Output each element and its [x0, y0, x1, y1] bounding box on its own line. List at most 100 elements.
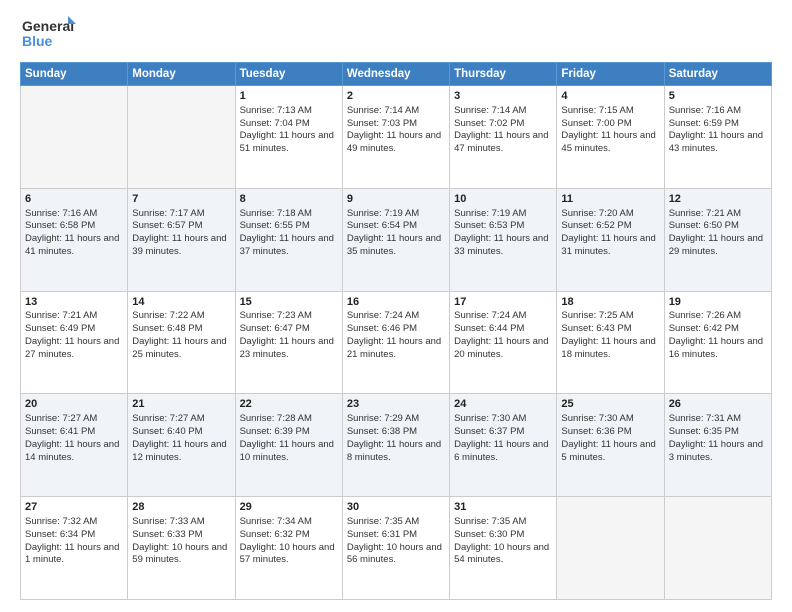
day-info: Sunrise: 7:27 AM Sunset: 6:40 PM Dayligh… [132, 413, 226, 462]
day-number: 20 [25, 397, 123, 412]
day-info: Sunrise: 7:13 AM Sunset: 7:04 PM Dayligh… [240, 105, 334, 154]
day-number: 1 [240, 89, 338, 104]
day-number: 21 [132, 397, 230, 412]
day-number: 23 [347, 397, 445, 412]
day-info: Sunrise: 7:27 AM Sunset: 6:41 PM Dayligh… [25, 413, 119, 462]
calendar-cell [557, 497, 664, 600]
calendar-week-row: 13Sunrise: 7:21 AM Sunset: 6:49 PM Dayli… [21, 291, 772, 394]
calendar-week-row: 20Sunrise: 7:27 AM Sunset: 6:41 PM Dayli… [21, 394, 772, 497]
day-number: 30 [347, 500, 445, 515]
day-of-week-header: Sunday [21, 63, 128, 86]
day-info: Sunrise: 7:21 AM Sunset: 6:49 PM Dayligh… [25, 310, 119, 359]
calendar-cell: 13Sunrise: 7:21 AM Sunset: 6:49 PM Dayli… [21, 291, 128, 394]
calendar-cell: 25Sunrise: 7:30 AM Sunset: 6:36 PM Dayli… [557, 394, 664, 497]
calendar-cell: 21Sunrise: 7:27 AM Sunset: 6:40 PM Dayli… [128, 394, 235, 497]
day-number: 27 [25, 500, 123, 515]
calendar-cell: 4Sunrise: 7:15 AM Sunset: 7:00 PM Daylig… [557, 86, 664, 189]
calendar-cell: 16Sunrise: 7:24 AM Sunset: 6:46 PM Dayli… [342, 291, 449, 394]
day-number: 8 [240, 192, 338, 207]
calendar-cell: 18Sunrise: 7:25 AM Sunset: 6:43 PM Dayli… [557, 291, 664, 394]
header: GeneralBlue [20, 16, 772, 52]
day-info: Sunrise: 7:34 AM Sunset: 6:32 PM Dayligh… [240, 516, 335, 565]
day-info: Sunrise: 7:20 AM Sunset: 6:52 PM Dayligh… [561, 208, 655, 257]
day-info: Sunrise: 7:24 AM Sunset: 6:44 PM Dayligh… [454, 310, 548, 359]
day-info: Sunrise: 7:22 AM Sunset: 6:48 PM Dayligh… [132, 310, 226, 359]
day-number: 19 [669, 295, 767, 310]
day-info: Sunrise: 7:29 AM Sunset: 6:38 PM Dayligh… [347, 413, 441, 462]
day-info: Sunrise: 7:24 AM Sunset: 6:46 PM Dayligh… [347, 310, 441, 359]
day-of-week-header: Thursday [450, 63, 557, 86]
calendar-cell: 15Sunrise: 7:23 AM Sunset: 6:47 PM Dayli… [235, 291, 342, 394]
day-number: 11 [561, 192, 659, 207]
day-number: 17 [454, 295, 552, 310]
day-info: Sunrise: 7:31 AM Sunset: 6:35 PM Dayligh… [669, 413, 763, 462]
calendar-week-row: 27Sunrise: 7:32 AM Sunset: 6:34 PM Dayli… [21, 497, 772, 600]
day-number: 16 [347, 295, 445, 310]
day-number: 6 [25, 192, 123, 207]
svg-text:Blue: Blue [22, 33, 53, 49]
day-number: 25 [561, 397, 659, 412]
calendar-cell: 31Sunrise: 7:35 AM Sunset: 6:30 PM Dayli… [450, 497, 557, 600]
calendar-cell: 30Sunrise: 7:35 AM Sunset: 6:31 PM Dayli… [342, 497, 449, 600]
header-row: SundayMondayTuesdayWednesdayThursdayFrid… [21, 63, 772, 86]
day-number: 31 [454, 500, 552, 515]
day-number: 3 [454, 89, 552, 104]
calendar-cell: 12Sunrise: 7:21 AM Sunset: 6:50 PM Dayli… [664, 188, 771, 291]
day-number: 15 [240, 295, 338, 310]
calendar-cell: 10Sunrise: 7:19 AM Sunset: 6:53 PM Dayli… [450, 188, 557, 291]
day-info: Sunrise: 7:23 AM Sunset: 6:47 PM Dayligh… [240, 310, 334, 359]
logo: GeneralBlue [20, 16, 80, 52]
page: GeneralBlue SundayMondayTuesdayWednesday… [0, 0, 792, 612]
calendar-cell: 6Sunrise: 7:16 AM Sunset: 6:58 PM Daylig… [21, 188, 128, 291]
calendar-cell: 9Sunrise: 7:19 AM Sunset: 6:54 PM Daylig… [342, 188, 449, 291]
calendar-cell: 1Sunrise: 7:13 AM Sunset: 7:04 PM Daylig… [235, 86, 342, 189]
day-number: 14 [132, 295, 230, 310]
day-info: Sunrise: 7:30 AM Sunset: 6:36 PM Dayligh… [561, 413, 655, 462]
day-number: 2 [347, 89, 445, 104]
calendar-cell: 11Sunrise: 7:20 AM Sunset: 6:52 PM Dayli… [557, 188, 664, 291]
logo-icon: GeneralBlue [20, 16, 80, 52]
calendar-cell: 23Sunrise: 7:29 AM Sunset: 6:38 PM Dayli… [342, 394, 449, 497]
calendar-cell: 8Sunrise: 7:18 AM Sunset: 6:55 PM Daylig… [235, 188, 342, 291]
day-info: Sunrise: 7:26 AM Sunset: 6:42 PM Dayligh… [669, 310, 763, 359]
day-info: Sunrise: 7:35 AM Sunset: 6:31 PM Dayligh… [347, 516, 442, 565]
day-info: Sunrise: 7:15 AM Sunset: 7:00 PM Dayligh… [561, 105, 655, 154]
day-number: 7 [132, 192, 230, 207]
calendar-week-row: 1Sunrise: 7:13 AM Sunset: 7:04 PM Daylig… [21, 86, 772, 189]
day-number: 12 [669, 192, 767, 207]
calendar-cell: 19Sunrise: 7:26 AM Sunset: 6:42 PM Dayli… [664, 291, 771, 394]
day-info: Sunrise: 7:14 AM Sunset: 7:02 PM Dayligh… [454, 105, 548, 154]
calendar-cell [664, 497, 771, 600]
day-number: 13 [25, 295, 123, 310]
day-of-week-header: Wednesday [342, 63, 449, 86]
calendar-cell: 28Sunrise: 7:33 AM Sunset: 6:33 PM Dayli… [128, 497, 235, 600]
day-of-week-header: Saturday [664, 63, 771, 86]
day-number: 22 [240, 397, 338, 412]
day-info: Sunrise: 7:28 AM Sunset: 6:39 PM Dayligh… [240, 413, 334, 462]
calendar-cell: 20Sunrise: 7:27 AM Sunset: 6:41 PM Dayli… [21, 394, 128, 497]
day-number: 10 [454, 192, 552, 207]
day-number: 5 [669, 89, 767, 104]
calendar-cell: 17Sunrise: 7:24 AM Sunset: 6:44 PM Dayli… [450, 291, 557, 394]
day-number: 28 [132, 500, 230, 515]
day-info: Sunrise: 7:32 AM Sunset: 6:34 PM Dayligh… [25, 516, 119, 565]
day-info: Sunrise: 7:14 AM Sunset: 7:03 PM Dayligh… [347, 105, 441, 154]
day-of-week-header: Tuesday [235, 63, 342, 86]
day-info: Sunrise: 7:16 AM Sunset: 6:58 PM Dayligh… [25, 208, 119, 257]
day-info: Sunrise: 7:16 AM Sunset: 6:59 PM Dayligh… [669, 105, 763, 154]
day-of-week-header: Monday [128, 63, 235, 86]
day-info: Sunrise: 7:21 AM Sunset: 6:50 PM Dayligh… [669, 208, 763, 257]
day-number: 18 [561, 295, 659, 310]
calendar-cell: 14Sunrise: 7:22 AM Sunset: 6:48 PM Dayli… [128, 291, 235, 394]
day-number: 24 [454, 397, 552, 412]
day-info: Sunrise: 7:19 AM Sunset: 6:53 PM Dayligh… [454, 208, 548, 257]
calendar-cell: 24Sunrise: 7:30 AM Sunset: 6:37 PM Dayli… [450, 394, 557, 497]
calendar-cell: 7Sunrise: 7:17 AM Sunset: 6:57 PM Daylig… [128, 188, 235, 291]
calendar-cell: 5Sunrise: 7:16 AM Sunset: 6:59 PM Daylig… [664, 86, 771, 189]
day-info: Sunrise: 7:30 AM Sunset: 6:37 PM Dayligh… [454, 413, 548, 462]
calendar-cell: 29Sunrise: 7:34 AM Sunset: 6:32 PM Dayli… [235, 497, 342, 600]
calendar-cell: 2Sunrise: 7:14 AM Sunset: 7:03 PM Daylig… [342, 86, 449, 189]
calendar-week-row: 6Sunrise: 7:16 AM Sunset: 6:58 PM Daylig… [21, 188, 772, 291]
day-info: Sunrise: 7:17 AM Sunset: 6:57 PM Dayligh… [132, 208, 226, 257]
calendar-cell: 26Sunrise: 7:31 AM Sunset: 6:35 PM Dayli… [664, 394, 771, 497]
